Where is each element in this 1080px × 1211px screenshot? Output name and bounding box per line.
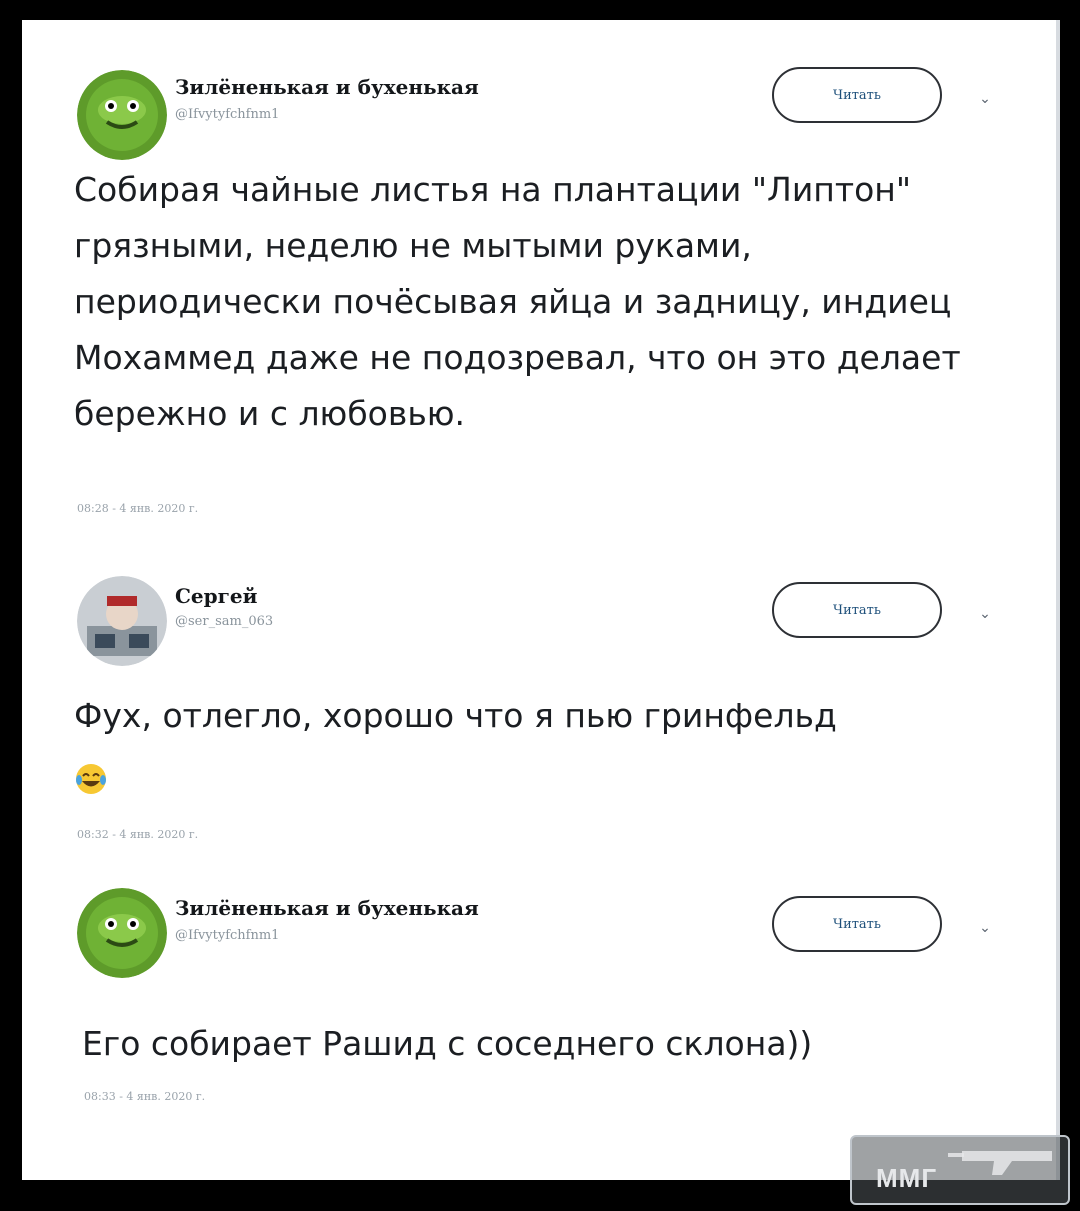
chevron-down-icon[interactable]: ⌄ (977, 90, 993, 106)
author-handle[interactable]: @Ifvytyfchfnm1 (175, 928, 279, 943)
tears-of-joy-emoji (74, 757, 108, 794)
tweet-timestamp[interactable]: 08:33 - 4 янв. 2020 г. (84, 1090, 205, 1103)
author-name[interactable]: Зилёненькая и бухенькая (175, 896, 479, 920)
card-edge (1056, 20, 1060, 1180)
tweet-text: Фух, отлегло, хорошо что я пью гринфельд (74, 688, 1004, 800)
author-avatar[interactable] (77, 576, 167, 666)
chevron-down-icon[interactable]: ⌄ (977, 919, 993, 935)
screenshot-card: Зилёненькая и бухенькая @Ifvytyfchfnm1 Ч… (22, 20, 1060, 1180)
tweet-text: Собирая чайные листья на плантации "Липт… (74, 170, 961, 433)
tweet-text-body: Фух, отлегло, хорошо что я пью гринфельд (74, 696, 837, 735)
chevron-down-icon[interactable]: ⌄ (977, 605, 993, 621)
author-avatar[interactable] (77, 70, 167, 160)
author-handle[interactable]: @ser_sam_063 (175, 614, 273, 629)
watermark-text: ММГ (876, 1163, 938, 1193)
author-avatar[interactable] (77, 888, 167, 978)
follow-button[interactable]: Читать (772, 67, 942, 123)
author-name[interactable]: Зилёненькая и бухенькая (175, 75, 479, 99)
follow-button[interactable]: Читать (772, 582, 942, 638)
tweet-timestamp[interactable]: 08:32 - 4 янв. 2020 г. (77, 828, 198, 841)
follow-button[interactable]: Читать (772, 896, 942, 952)
tweet-timestamp[interactable]: 08:28 - 4 янв. 2020 г. (77, 502, 198, 515)
author-name[interactable]: Сергей (175, 584, 257, 608)
tweet-text: Его собирает Рашид с соседнего склона)) (82, 1024, 813, 1063)
author-handle[interactable]: @Ifvytyfchfnm1 (175, 107, 279, 122)
site-watermark: ММГ (850, 1135, 1070, 1205)
